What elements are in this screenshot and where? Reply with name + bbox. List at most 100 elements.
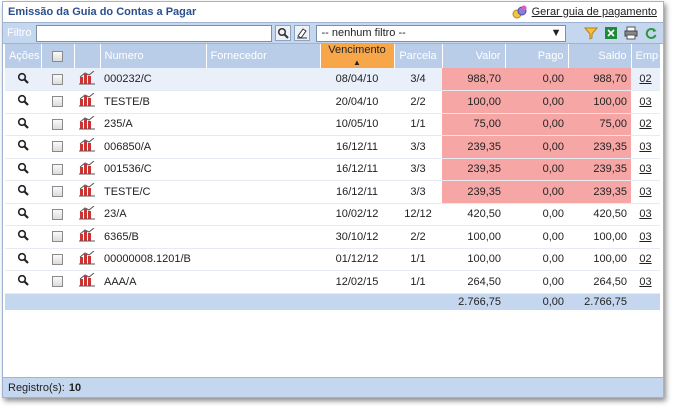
table-row[interactable]: 23/A 10/02/12 12/12 420,50 0,00 420,50 03	[5, 203, 660, 226]
numero-cell: AAA/A	[100, 270, 206, 294]
row-checkbox-cell	[41, 158, 74, 181]
table-body: 000232/C 08/04/10 3/4 988,70 0,00 988,70 02 TES…	[5, 68, 660, 310]
emp-link[interactable]: 03	[631, 90, 660, 114]
excel-icon[interactable]	[603, 25, 619, 41]
col-select-all[interactable]	[41, 44, 75, 68]
table-row[interactable]: TESTE/C 16/12/11 3/3 239,35 0,00 239,35 03	[5, 180, 660, 204]
col-valor[interactable]: Valor	[442, 44, 506, 68]
table-row[interactable]: 001536/C 16/12/11 3/3 239,35 0,00 239,35 03	[5, 158, 660, 181]
row-checkbox[interactable]	[52, 118, 63, 130]
sort-asc-icon: ▲	[353, 58, 361, 67]
bar-chart-icon[interactable]	[79, 92, 95, 107]
valor-cell: 264,50	[442, 270, 505, 294]
parcela-cell: 3/3	[394, 180, 442, 204]
emp-link[interactable]: 02	[631, 68, 660, 91]
fornecedor-cell	[206, 203, 320, 226]
table-row[interactable]: 000232/C 08/04/10 3/4 988,70 0,00 988,70 02	[5, 68, 660, 91]
saldo-cell: 420,50	[568, 203, 631, 226]
chart-icon-cell	[74, 270, 100, 294]
filter-bar: Filtro -- nenhum filtro -- ▼	[3, 22, 663, 44]
row-checkbox[interactable]	[52, 253, 63, 265]
filter-input[interactable]	[36, 24, 273, 42]
generate-payment-label[interactable]: Gerar guia de pagamento	[532, 6, 657, 18]
page-title: Emissão da Guia do Contas a Pagar	[8, 6, 197, 18]
chart-icon-cell	[74, 248, 100, 271]
col-saldo[interactable]: Saldo	[568, 44, 632, 68]
emp-link[interactable]: 02	[631, 248, 660, 271]
bar-chart-icon[interactable]	[79, 115, 95, 130]
magnifier-icon[interactable]	[17, 139, 29, 152]
bar-chart-icon[interactable]	[79, 137, 95, 152]
magnifier-icon[interactable]	[17, 207, 29, 219]
emp-link[interactable]: 03	[631, 180, 660, 204]
table-row[interactable]: TESTE/B 20/04/10 2/2 100,00 0,00 100,00 03	[5, 90, 660, 114]
col-vencimento[interactable]: Vencimento ▲	[320, 44, 395, 68]
emp-link[interactable]: 02	[631, 113, 660, 136]
magnifier-icon[interactable]	[17, 94, 29, 107]
col-pago[interactable]: Pago	[505, 44, 569, 68]
valor-cell: 100,00	[442, 90, 505, 114]
clear-filter-button[interactable]	[294, 25, 311, 41]
emp-link[interactable]: 03	[631, 203, 660, 226]
chart-icon-cell	[74, 180, 100, 204]
select-all-checkbox[interactable]	[52, 50, 63, 62]
search-button[interactable]	[275, 25, 292, 41]
funnel-icon[interactable]	[583, 25, 599, 41]
table-row[interactable]: 6365/B 30/10/12 2/2 100,00 0,00 100,00 03	[5, 225, 660, 249]
chevron-down-icon: ▼	[550, 27, 562, 39]
bar-chart-icon[interactable]	[79, 227, 95, 242]
pago-cell: 0,00	[505, 180, 568, 204]
table-row[interactable]: 00000008.1201/B 01/12/12 1/1 100,00 0,00 100,…	[5, 248, 660, 271]
row-checkbox[interactable]	[52, 276, 63, 288]
row-checkbox-cell	[41, 68, 74, 91]
col-parcela[interactable]: Parcela	[394, 44, 443, 68]
numero-cell: TESTE/B	[100, 90, 206, 114]
vencimento-cell: 10/05/10	[320, 113, 394, 136]
filter-select[interactable]: -- nenhum filtro -- ▼	[316, 24, 567, 42]
row-checkbox[interactable]	[52, 73, 63, 85]
bar-chart-icon[interactable]	[79, 272, 95, 287]
emp-link[interactable]: 03	[631, 270, 660, 294]
row-checkbox[interactable]	[52, 141, 63, 153]
bar-chart-icon[interactable]	[79, 160, 95, 175]
row-checkbox[interactable]	[52, 186, 63, 198]
parcela-cell: 2/2	[394, 90, 442, 114]
bar-chart-icon[interactable]	[79, 182, 95, 197]
magnifier-icon[interactable]	[17, 117, 29, 129]
col-numero[interactable]: Numero	[100, 44, 207, 68]
bar-chart-icon[interactable]	[79, 205, 95, 220]
row-checkbox[interactable]	[52, 96, 63, 108]
numero-cell: 00000008.1201/B	[100, 248, 206, 271]
emp-link[interactable]: 03	[631, 158, 660, 181]
pago-cell: 0,00	[505, 135, 568, 159]
emp-link[interactable]: 03	[631, 225, 660, 249]
row-checkbox[interactable]	[52, 163, 63, 175]
magnifier-icon[interactable]	[17, 274, 29, 287]
row-checkbox[interactable]	[52, 208, 63, 220]
table-row[interactable]: AAA/A 12/02/15 1/1 264,50 0,00 264,50 03	[5, 270, 660, 294]
col-fornecedor[interactable]: Fornecedor	[206, 44, 321, 68]
emp-link[interactable]: 03	[631, 135, 660, 159]
printer-icon[interactable]	[623, 25, 639, 41]
pago-cell: 0,00	[505, 113, 568, 136]
vencimento-cell: 01/12/12	[320, 248, 394, 271]
table-row[interactable]: 006850/A 16/12/11 3/3 239,35 0,00 239,35 03	[5, 135, 660, 159]
row-checkbox-cell	[41, 135, 74, 159]
magnifier-icon[interactable]	[17, 162, 29, 174]
table-row[interactable]: 235/A 10/05/10 1/1 75,00 0,00 75,00 02	[5, 113, 660, 136]
magnifier-icon[interactable]	[17, 184, 29, 197]
view-action-cell	[5, 135, 41, 159]
refresh-icon[interactable]	[643, 25, 659, 41]
col-acoes[interactable]: Ações	[5, 44, 42, 68]
view-action-cell	[5, 68, 41, 91]
magnifier-icon[interactable]	[17, 72, 29, 84]
magnifier-icon[interactable]	[17, 229, 29, 242]
numero-cell: 235/A	[100, 113, 206, 136]
bar-chart-icon[interactable]	[79, 70, 95, 85]
col-emp[interactable]: Emp	[631, 44, 661, 68]
row-checkbox[interactable]	[52, 231, 63, 243]
parcela-cell: 3/3	[394, 158, 442, 181]
bar-chart-icon[interactable]	[79, 250, 95, 265]
generate-payment-link[interactable]: Gerar guia de pagamento	[512, 5, 657, 19]
magnifier-icon[interactable]	[17, 252, 29, 264]
